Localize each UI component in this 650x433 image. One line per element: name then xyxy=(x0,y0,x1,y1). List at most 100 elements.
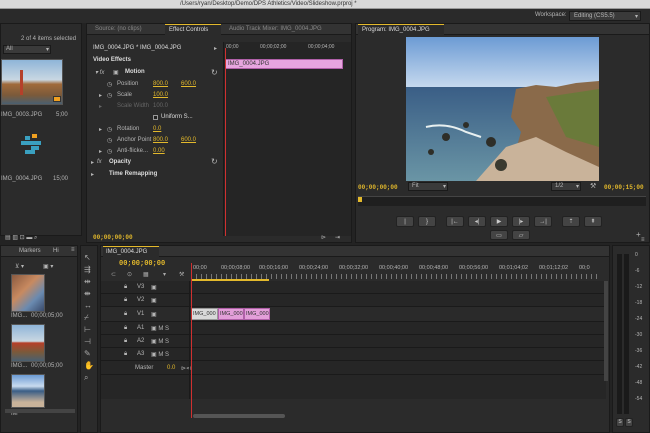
wrench-icon[interactable]: ⚒ xyxy=(590,182,596,190)
solo-right-button[interactable]: S xyxy=(625,418,633,427)
program-scrubber[interactable] xyxy=(358,196,646,206)
selection-tool-icon[interactable]: ↖ xyxy=(84,254,91,262)
marker-icon[interactable]: ▾ xyxy=(163,272,166,278)
workspace-select[interactable]: Editing (CS5.5) ▾ xyxy=(569,11,641,21)
toolbar-icons[interactable]: ▤ ▥ ⊡ ▬ ⌕ xyxy=(5,234,37,242)
position-x[interactable]: 800.0 xyxy=(153,81,168,87)
meter-menu-icon[interactable]: ≡ xyxy=(641,237,645,243)
stopwatch-icon[interactable]: ◷ xyxy=(107,137,112,144)
tab-program[interactable]: Program: IMG_0004.JPG xyxy=(358,24,444,35)
extract-button[interactable]: ⇞ xyxy=(584,216,602,227)
scale-value[interactable]: 100.0 xyxy=(153,92,168,98)
reset-icon[interactable]: ↻ xyxy=(211,68,218,77)
lock-icon[interactable]: 🔒︎ xyxy=(124,297,127,304)
lock-icon[interactable]: 🔒︎ xyxy=(124,284,127,291)
solo-left-button[interactable]: S xyxy=(616,418,624,427)
tab-history[interactable]: Hi xyxy=(53,248,59,254)
expand-icon[interactable]: ▸ xyxy=(91,171,94,178)
program-frame[interactable] xyxy=(406,37,599,181)
anchor-x[interactable]: 800.0 xyxy=(153,137,168,143)
audio-icon[interactable]: ▣ M S xyxy=(151,338,169,345)
expand-icon[interactable]: ▸ xyxy=(99,103,102,110)
program-timecode-left[interactable]: 00;00;00;00 xyxy=(358,184,398,191)
track-select-tool-icon[interactable]: ⇶ xyxy=(84,266,91,274)
timeline-clip[interactable]: IMG_000 xyxy=(244,308,270,320)
lift-button[interactable]: ⇡ xyxy=(562,216,580,227)
position-y[interactable]: 600.0 xyxy=(181,81,196,87)
play-indicator-icon[interactable]: ▸ xyxy=(214,45,217,52)
eye-icon[interactable]: ▣ xyxy=(151,284,157,291)
snap-icon[interactable]: ⊂ xyxy=(111,272,116,278)
zoom-icon[interactable]: ⊳ xyxy=(321,234,326,241)
play-button[interactable]: ▶ xyxy=(490,216,508,227)
menu-icon[interactable]: ≡ xyxy=(71,247,75,253)
slip-tool-icon[interactable]: ⊢ xyxy=(84,326,91,334)
rate-stretch-tool-icon[interactable]: ↔ xyxy=(84,302,92,310)
go-to-in-button[interactable]: |← xyxy=(446,216,464,227)
step-forward-button[interactable]: |▸ xyxy=(512,216,530,227)
go-to-out-button[interactable]: →| xyxy=(534,216,552,227)
filter-select[interactable]: All ▾ xyxy=(3,45,51,54)
fit-select[interactable]: Fit ▾ xyxy=(408,182,448,191)
uniform-scale-checkbox[interactable] xyxy=(153,115,158,120)
export-frame-button[interactable]: ▭ xyxy=(490,230,508,240)
filter-icon[interactable]: ⊻ ▾ xyxy=(15,263,24,270)
pen-tool-icon[interactable]: ✎ xyxy=(84,350,91,358)
timeline-clip[interactable]: IMG_000 xyxy=(218,308,244,320)
tab-effect-controls[interactable]: Effect Controls xyxy=(165,24,221,35)
audio-icon[interactable]: ▣ M S xyxy=(151,351,169,358)
effect-timecode[interactable]: 00;00;00;00 xyxy=(93,234,133,241)
anti-flicker-value[interactable]: 0.00 xyxy=(153,148,165,154)
audio-icon[interactable]: ▣ M S xyxy=(151,325,169,332)
expand-icon[interactable]: ▸ xyxy=(91,159,94,166)
stopwatch-icon[interactable]: ◷ xyxy=(107,126,112,133)
program-playhead[interactable] xyxy=(358,197,362,202)
mark-in-button[interactable]: | xyxy=(396,216,414,227)
expand-icon[interactable]: ▸ xyxy=(99,148,102,155)
tab-sequence[interactable]: IMG_0004.JPG xyxy=(103,246,159,257)
lock-icon[interactable]: 🔒︎ xyxy=(124,338,127,345)
lock-icon[interactable]: 🔒︎ xyxy=(124,311,127,318)
timeline-vscroll[interactable] xyxy=(604,281,608,381)
add-button-icon[interactable]: + xyxy=(636,230,641,239)
media-thumb[interactable] xyxy=(11,274,45,312)
timeline-hscroll[interactable] xyxy=(193,414,285,418)
tab-source[interactable]: Source: (no clips) xyxy=(95,26,142,32)
step-back-button[interactable]: ◂| xyxy=(468,216,486,227)
effect-clip-bar[interactable]: IMG_0004.JPG xyxy=(225,59,343,69)
ripple-edit-tool-icon[interactable]: ⇹ xyxy=(84,278,91,286)
zoom-tool-icon[interactable]: ⌕ xyxy=(84,374,88,382)
slide-tool-icon[interactable]: ⊣ xyxy=(84,338,91,346)
stopwatch-icon[interactable]: ◷ xyxy=(107,92,112,99)
media-scrollbar[interactable] xyxy=(5,409,75,413)
timeline-playhead[interactable] xyxy=(191,263,192,418)
razor-tool-icon[interactable]: ⌿ xyxy=(84,314,89,322)
sequence-icon[interactable]: ▦ xyxy=(143,272,149,278)
mark-out-button[interactable]: } xyxy=(418,216,436,227)
tab-audio-mixer[interactable]: Audio Track Mixer: IMG_0004.JPG xyxy=(229,26,322,32)
rotation-value[interactable]: 0.0 xyxy=(153,126,161,132)
timeline-timecode[interactable]: 00;00;00;00 xyxy=(119,260,165,268)
reset-icon[interactable]: ↻ xyxy=(211,157,218,166)
lock-icon[interactable]: 🔒︎ xyxy=(124,351,127,358)
folder-icon[interactable]: ▣ ▾ xyxy=(43,263,53,270)
media-thumb[interactable] xyxy=(11,324,45,362)
hand-tool-icon[interactable]: ✋ xyxy=(84,362,94,370)
comparison-button[interactable]: ▱ xyxy=(512,230,530,240)
lock-icon[interactable]: 🔒︎ xyxy=(124,325,127,332)
stopwatch-icon[interactable]: ◷ xyxy=(107,148,112,155)
tab-markers[interactable]: Markers xyxy=(19,248,41,254)
master-value[interactable]: 0.0 xyxy=(167,365,175,371)
eye-icon[interactable]: ▣ xyxy=(151,311,157,318)
stopwatch-icon[interactable]: ◷ xyxy=(107,81,112,88)
timeline-ruler[interactable]: 00;00 00;00;08;00 00;00;16;00 00;00;24;0… xyxy=(191,263,601,281)
resolution-select[interactable]: 1/2 ▾ xyxy=(551,182,581,191)
media-thumb[interactable] xyxy=(11,374,45,408)
eye-icon[interactable]: ▣ xyxy=(151,297,157,304)
wrench-icon[interactable]: ⚒ xyxy=(179,272,184,278)
link-icon[interactable]: ⊙ xyxy=(127,272,132,278)
effect-playhead[interactable] xyxy=(225,48,226,236)
rolling-edit-tool-icon[interactable]: ⇼ xyxy=(84,290,91,298)
timeline-clip[interactable]: IMG_000 xyxy=(191,308,218,320)
export-icon[interactable]: ⇥ xyxy=(335,234,340,241)
